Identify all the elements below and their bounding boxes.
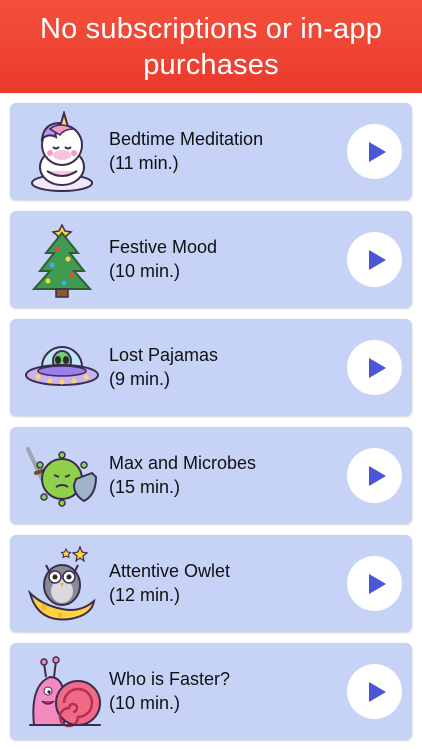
story-title: Lost Pajamas (109, 345, 219, 365)
story-info: Lost Pajamas (9 min.) (109, 343, 341, 391)
story-card-festive-mood[interactable]: Festive Mood (10 min.) (10, 211, 412, 308)
owl-on-moon-icon (20, 543, 104, 625)
story-card-bedtime-meditation[interactable]: Bedtime Meditation (11 min.) (10, 103, 412, 200)
play-icon (368, 573, 386, 594)
play-icon (368, 681, 386, 702)
story-card-max-and-microbes[interactable]: Max and Microbes (15 min.) (10, 427, 412, 524)
story-card-attentive-owlet[interactable]: Attentive Owlet (12 min.) (10, 535, 412, 632)
play-button[interactable] (347, 664, 402, 719)
play-button[interactable] (347, 340, 402, 395)
story-duration: (9 min.) (109, 369, 171, 389)
story-card-who-is-faster[interactable]: Who is Faster? (10 min.) (10, 643, 412, 740)
story-duration: (11 min.) (109, 153, 179, 173)
story-card-lost-pajamas[interactable]: Lost Pajamas (9 min.) (10, 319, 412, 416)
germ-with-shield-icon (20, 435, 104, 517)
story-duration: (12 min.) (109, 585, 181, 605)
play-button[interactable] (347, 556, 402, 611)
play-icon (368, 249, 386, 270)
story-info: Festive Mood (10 min.) (109, 235, 341, 283)
story-list[interactable]: Bedtime Meditation (11 min.) Festive Moo… (0, 93, 422, 750)
story-duration: (10 min.) (109, 261, 181, 281)
christmas-tree-icon (20, 219, 104, 301)
play-icon (368, 465, 386, 486)
story-title: Max and Microbes (109, 453, 257, 473)
alien-ufo-icon (20, 327, 104, 409)
app-screen: No subscriptions or in-app purchases Bed… (0, 0, 422, 750)
play-icon (368, 357, 386, 378)
meditating-unicorn-icon (20, 111, 104, 193)
banner-title: No subscriptions or in-app purchases (39, 12, 383, 81)
snail-icon (20, 651, 104, 733)
story-title: Who is Faster? (109, 669, 231, 689)
play-button[interactable] (347, 124, 402, 179)
story-duration: (15 min.) (109, 477, 181, 497)
story-info: Max and Microbes (15 min.) (109, 451, 341, 499)
promo-banner: No subscriptions or in-app purchases (0, 0, 422, 93)
play-button[interactable] (347, 232, 402, 287)
story-duration: (10 min.) (109, 693, 181, 713)
story-info: Attentive Owlet (12 min.) (109, 559, 341, 607)
story-info: Bedtime Meditation (11 min.) (109, 127, 341, 175)
play-button[interactable] (347, 448, 402, 503)
story-info: Who is Faster? (10 min.) (109, 667, 341, 715)
story-title: Festive Mood (109, 237, 218, 257)
story-title: Attentive Owlet (109, 561, 231, 581)
story-title: Bedtime Meditation (109, 129, 264, 149)
play-icon (368, 141, 386, 162)
